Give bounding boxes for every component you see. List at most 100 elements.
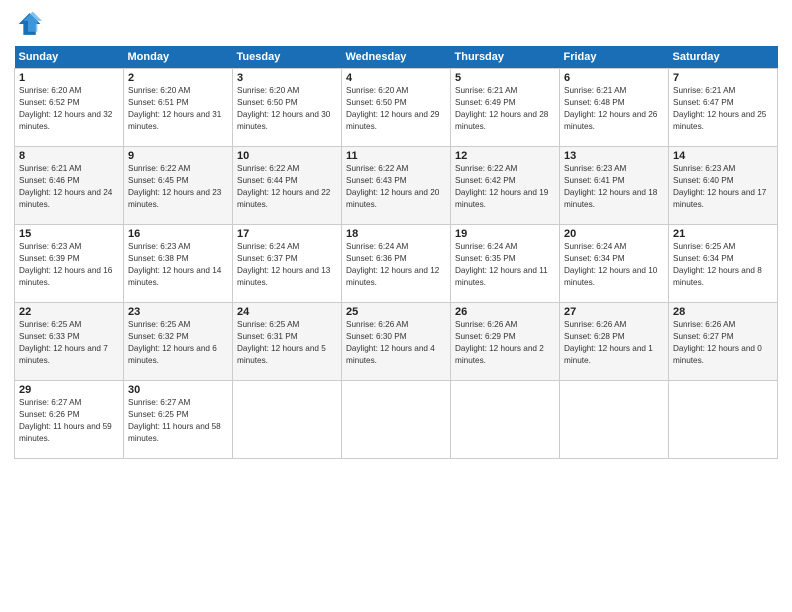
calendar-cell: 27 Sunrise: 6:26 AMSunset: 6:28 PMDaylig… xyxy=(560,303,669,381)
calendar-cell: 15 Sunrise: 6:23 AMSunset: 6:39 PMDaylig… xyxy=(15,225,124,303)
day-number: 5 xyxy=(455,72,555,84)
col-header-saturday: Saturday xyxy=(669,46,778,69)
calendar-cell: 19 Sunrise: 6:24 AMSunset: 6:35 PMDaylig… xyxy=(451,225,560,303)
day-number: 20 xyxy=(564,228,664,240)
day-number: 12 xyxy=(455,150,555,162)
calendar-cell: 7 Sunrise: 6:21 AMSunset: 6:47 PMDayligh… xyxy=(669,69,778,147)
day-info: Sunrise: 6:24 AMSunset: 6:34 PMDaylight:… xyxy=(564,241,664,289)
calendar-cell: 17 Sunrise: 6:24 AMSunset: 6:37 PMDaylig… xyxy=(233,225,342,303)
day-info: Sunrise: 6:20 AMSunset: 6:52 PMDaylight:… xyxy=(19,85,119,133)
calendar-cell xyxy=(451,381,560,459)
col-header-monday: Monday xyxy=(124,46,233,69)
calendar-cell: 8 Sunrise: 6:21 AMSunset: 6:46 PMDayligh… xyxy=(15,147,124,225)
day-number: 30 xyxy=(128,384,228,396)
day-info: Sunrise: 6:25 AMSunset: 6:32 PMDaylight:… xyxy=(128,319,228,367)
day-info: Sunrise: 6:23 AMSunset: 6:39 PMDaylight:… xyxy=(19,241,119,289)
day-info: Sunrise: 6:23 AMSunset: 6:41 PMDaylight:… xyxy=(564,163,664,211)
day-info: Sunrise: 6:22 AMSunset: 6:43 PMDaylight:… xyxy=(346,163,446,211)
calendar-cell: 24 Sunrise: 6:25 AMSunset: 6:31 PMDaylig… xyxy=(233,303,342,381)
day-info: Sunrise: 6:20 AMSunset: 6:51 PMDaylight:… xyxy=(128,85,228,133)
calendar-cell: 9 Sunrise: 6:22 AMSunset: 6:45 PMDayligh… xyxy=(124,147,233,225)
day-info: Sunrise: 6:21 AMSunset: 6:49 PMDaylight:… xyxy=(455,85,555,133)
day-info: Sunrise: 6:27 AMSunset: 6:26 PMDaylight:… xyxy=(19,397,119,445)
calendar-cell xyxy=(669,381,778,459)
calendar-cell xyxy=(342,381,451,459)
day-number: 6 xyxy=(564,72,664,84)
day-info: Sunrise: 6:26 AMSunset: 6:28 PMDaylight:… xyxy=(564,319,664,367)
calendar-cell xyxy=(560,381,669,459)
day-info: Sunrise: 6:26 AMSunset: 6:27 PMDaylight:… xyxy=(673,319,773,367)
day-number: 2 xyxy=(128,72,228,84)
calendar-cell: 1 Sunrise: 6:20 AMSunset: 6:52 PMDayligh… xyxy=(15,69,124,147)
calendar-cell: 22 Sunrise: 6:25 AMSunset: 6:33 PMDaylig… xyxy=(15,303,124,381)
calendar-cell: 25 Sunrise: 6:26 AMSunset: 6:30 PMDaylig… xyxy=(342,303,451,381)
calendar-cell xyxy=(233,381,342,459)
day-number: 7 xyxy=(673,72,773,84)
calendar-cell: 21 Sunrise: 6:25 AMSunset: 6:34 PMDaylig… xyxy=(669,225,778,303)
day-number: 15 xyxy=(19,228,119,240)
col-header-thursday: Thursday xyxy=(451,46,560,69)
page-container: SundayMondayTuesdayWednesdayThursdayFrid… xyxy=(0,0,792,469)
page-header xyxy=(14,10,778,38)
calendar-cell: 30 Sunrise: 6:27 AMSunset: 6:25 PMDaylig… xyxy=(124,381,233,459)
day-number: 16 xyxy=(128,228,228,240)
calendar-cell: 4 Sunrise: 6:20 AMSunset: 6:50 PMDayligh… xyxy=(342,69,451,147)
day-info: Sunrise: 6:25 AMSunset: 6:34 PMDaylight:… xyxy=(673,241,773,289)
day-info: Sunrise: 6:20 AMSunset: 6:50 PMDaylight:… xyxy=(346,85,446,133)
calendar-cell: 2 Sunrise: 6:20 AMSunset: 6:51 PMDayligh… xyxy=(124,69,233,147)
day-number: 4 xyxy=(346,72,446,84)
day-number: 19 xyxy=(455,228,555,240)
day-info: Sunrise: 6:23 AMSunset: 6:38 PMDaylight:… xyxy=(128,241,228,289)
calendar-table: SundayMondayTuesdayWednesdayThursdayFrid… xyxy=(14,46,778,459)
day-number: 9 xyxy=(128,150,228,162)
logo xyxy=(14,10,44,38)
calendar-cell: 10 Sunrise: 6:22 AMSunset: 6:44 PMDaylig… xyxy=(233,147,342,225)
day-info: Sunrise: 6:21 AMSunset: 6:48 PMDaylight:… xyxy=(564,85,664,133)
day-number: 14 xyxy=(673,150,773,162)
day-number: 29 xyxy=(19,384,119,396)
day-info: Sunrise: 6:21 AMSunset: 6:47 PMDaylight:… xyxy=(673,85,773,133)
day-number: 1 xyxy=(19,72,119,84)
day-number: 24 xyxy=(237,306,337,318)
calendar-cell: 14 Sunrise: 6:23 AMSunset: 6:40 PMDaylig… xyxy=(669,147,778,225)
col-header-wednesday: Wednesday xyxy=(342,46,451,69)
day-info: Sunrise: 6:24 AMSunset: 6:36 PMDaylight:… xyxy=(346,241,446,289)
col-header-friday: Friday xyxy=(560,46,669,69)
logo-icon xyxy=(14,10,42,38)
day-number: 23 xyxy=(128,306,228,318)
calendar-cell: 16 Sunrise: 6:23 AMSunset: 6:38 PMDaylig… xyxy=(124,225,233,303)
day-info: Sunrise: 6:25 AMSunset: 6:33 PMDaylight:… xyxy=(19,319,119,367)
col-header-sunday: Sunday xyxy=(15,46,124,69)
day-number: 11 xyxy=(346,150,446,162)
day-number: 8 xyxy=(19,150,119,162)
day-info: Sunrise: 6:22 AMSunset: 6:45 PMDaylight:… xyxy=(128,163,228,211)
day-info: Sunrise: 6:26 AMSunset: 6:30 PMDaylight:… xyxy=(346,319,446,367)
calendar-cell: 12 Sunrise: 6:22 AMSunset: 6:42 PMDaylig… xyxy=(451,147,560,225)
day-number: 27 xyxy=(564,306,664,318)
calendar-cell: 28 Sunrise: 6:26 AMSunset: 6:27 PMDaylig… xyxy=(669,303,778,381)
day-number: 26 xyxy=(455,306,555,318)
day-number: 28 xyxy=(673,306,773,318)
day-number: 25 xyxy=(346,306,446,318)
day-info: Sunrise: 6:20 AMSunset: 6:50 PMDaylight:… xyxy=(237,85,337,133)
day-info: Sunrise: 6:21 AMSunset: 6:46 PMDaylight:… xyxy=(19,163,119,211)
calendar-cell: 29 Sunrise: 6:27 AMSunset: 6:26 PMDaylig… xyxy=(15,381,124,459)
day-number: 21 xyxy=(673,228,773,240)
day-info: Sunrise: 6:22 AMSunset: 6:44 PMDaylight:… xyxy=(237,163,337,211)
calendar-cell: 23 Sunrise: 6:25 AMSunset: 6:32 PMDaylig… xyxy=(124,303,233,381)
calendar-cell: 18 Sunrise: 6:24 AMSunset: 6:36 PMDaylig… xyxy=(342,225,451,303)
day-info: Sunrise: 6:25 AMSunset: 6:31 PMDaylight:… xyxy=(237,319,337,367)
col-header-tuesday: Tuesday xyxy=(233,46,342,69)
calendar-cell: 26 Sunrise: 6:26 AMSunset: 6:29 PMDaylig… xyxy=(451,303,560,381)
day-info: Sunrise: 6:24 AMSunset: 6:37 PMDaylight:… xyxy=(237,241,337,289)
calendar-cell: 6 Sunrise: 6:21 AMSunset: 6:48 PMDayligh… xyxy=(560,69,669,147)
calendar-cell: 3 Sunrise: 6:20 AMSunset: 6:50 PMDayligh… xyxy=(233,69,342,147)
day-number: 13 xyxy=(564,150,664,162)
day-number: 3 xyxy=(237,72,337,84)
day-info: Sunrise: 6:22 AMSunset: 6:42 PMDaylight:… xyxy=(455,163,555,211)
day-number: 18 xyxy=(346,228,446,240)
calendar-cell: 5 Sunrise: 6:21 AMSunset: 6:49 PMDayligh… xyxy=(451,69,560,147)
day-number: 22 xyxy=(19,306,119,318)
day-number: 10 xyxy=(237,150,337,162)
calendar-cell: 11 Sunrise: 6:22 AMSunset: 6:43 PMDaylig… xyxy=(342,147,451,225)
